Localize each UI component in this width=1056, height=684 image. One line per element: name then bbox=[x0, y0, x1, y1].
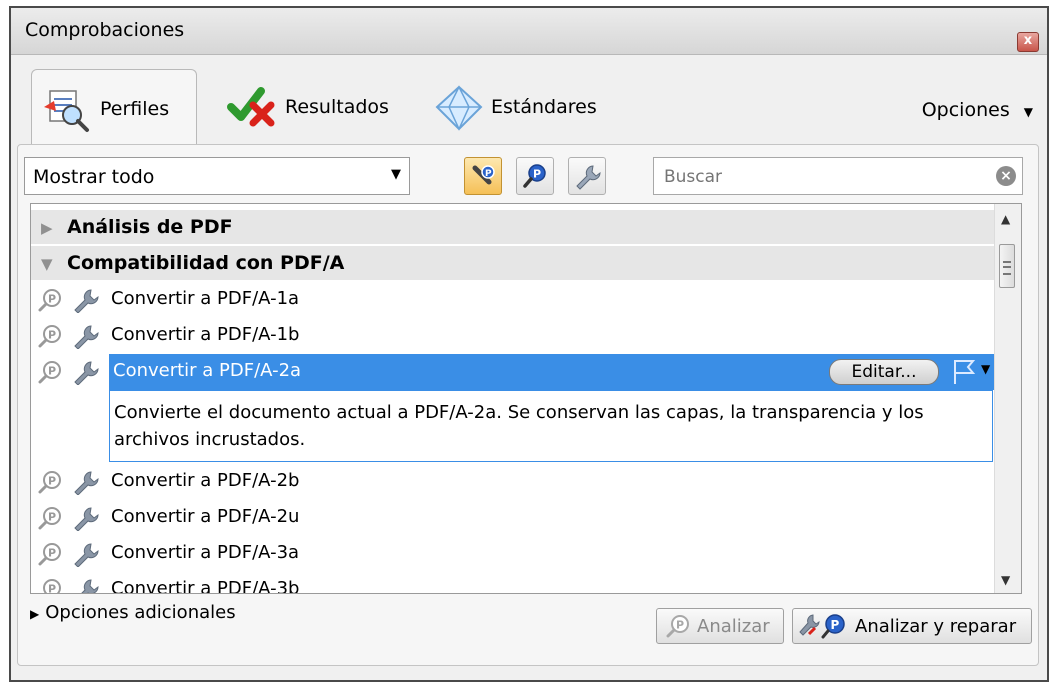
item-label: Convertir a PDF/A-1a bbox=[111, 288, 300, 309]
standards-icon bbox=[435, 85, 483, 131]
analyze-profile-icon: P bbox=[38, 507, 61, 530]
selected-list-item[interactable]: Convertir a PDF/A-2a Editar... ▼ bbox=[109, 354, 995, 390]
show-all-types-icon: P bbox=[472, 165, 495, 185]
profiles-icon bbox=[44, 90, 89, 132]
fixup-icon bbox=[74, 471, 99, 495]
analyze-icon: P bbox=[666, 615, 689, 638]
item-label: Convertir a PDF/A-3a bbox=[111, 542, 300, 563]
vertical-scrollbar[interactable]: ▲ ▼ bbox=[994, 204, 1021, 593]
results-icon bbox=[227, 87, 275, 127]
item-description: Convierte el documento actual a PDF/A-2a… bbox=[109, 390, 993, 462]
close-icon[interactable]: x bbox=[1017, 32, 1039, 52]
list-item[interactable]: P Convertir a PDF/A-2u bbox=[31, 502, 995, 534]
svg-text:P: P bbox=[533, 168, 541, 181]
tab-label: Estándares bbox=[491, 96, 597, 118]
svg-text:P: P bbox=[48, 511, 56, 524]
chevron-down-icon: ▼ bbox=[1023, 105, 1033, 119]
collapse-arrow-icon[interactable]: ▼ bbox=[41, 255, 53, 273]
svg-text:P: P bbox=[48, 547, 56, 560]
chevron-down-icon[interactable]: ▼ bbox=[981, 362, 990, 376]
analyze-profile-icon: P bbox=[38, 543, 61, 566]
analyze-profile-icon: P bbox=[38, 289, 61, 312]
analyze-fix-label: Analizar y reparar bbox=[855, 615, 1017, 637]
group-label: Análisis de PDF bbox=[67, 216, 233, 238]
fixup-icon bbox=[74, 507, 99, 531]
svg-text:P: P bbox=[676, 619, 684, 632]
title-bar: Comprobaciones x bbox=[11, 8, 1047, 55]
clear-search-icon[interactable]: × bbox=[996, 166, 1016, 186]
expand-arrow-icon: ▶ bbox=[30, 607, 40, 621]
options-menu[interactable]: Opciones ▼ bbox=[922, 99, 1033, 121]
analyze-label: Analizar bbox=[697, 615, 770, 637]
filter-select[interactable]: Mostrar todo ▼ bbox=[24, 157, 410, 195]
analyze-profile-icon: P bbox=[43, 579, 61, 595]
svg-text:P: P bbox=[48, 329, 56, 342]
svg-text:P: P bbox=[48, 583, 56, 595]
svg-text:P: P bbox=[485, 169, 492, 179]
additional-options-label: Opciones adicionales bbox=[45, 602, 236, 623]
group-compatibilidad-pdfa[interactable]: ▼ Compatibilidad con PDF/A bbox=[31, 246, 995, 280]
scroll-thumb[interactable] bbox=[999, 244, 1015, 288]
analyze-profile-icon: P bbox=[38, 325, 61, 348]
item-label: Convertir a PDF/A-3b bbox=[111, 578, 300, 594]
fixup-icon bbox=[74, 325, 99, 349]
tab-label: Perfiles bbox=[100, 98, 170, 120]
tab-strip: Perfiles Resultados Estándares Opciones … bbox=[11, 55, 1047, 148]
panel-title: Comprobaciones bbox=[25, 19, 185, 41]
svg-text:P: P bbox=[48, 475, 56, 488]
search-input[interactable] bbox=[662, 164, 986, 190]
tab-perfiles[interactable]: Perfiles bbox=[31, 69, 197, 148]
scroll-down-icon[interactable]: ▼ bbox=[1001, 573, 1010, 587]
edit-button[interactable]: Editar... bbox=[829, 359, 939, 385]
list-item[interactable]: P Convertir a PDF/A-3b bbox=[31, 574, 995, 595]
tab-estandares[interactable]: Estándares bbox=[431, 69, 621, 145]
chevron-down-icon: ▼ bbox=[391, 167, 401, 182]
item-label: Convertir a PDF/A-2b bbox=[111, 470, 300, 491]
fixup-filter-button[interactable] bbox=[568, 157, 606, 195]
grip-icon bbox=[1003, 261, 1011, 275]
show-all-types-button[interactable]: P bbox=[464, 157, 502, 195]
group-label: Compatibilidad con PDF/A bbox=[67, 252, 345, 274]
item-label: Convertir a PDF/A-2u bbox=[111, 506, 300, 527]
analyze-profile-icon: P bbox=[38, 361, 61, 384]
tab-resultados[interactable]: Resultados bbox=[227, 69, 407, 145]
analyze-filter-button[interactable]: P bbox=[516, 157, 554, 195]
item-label: Convertir a PDF/A-1b bbox=[111, 324, 300, 345]
svg-text:P: P bbox=[48, 293, 56, 306]
fixup-icon bbox=[74, 543, 99, 567]
profiles-list: ▶ Análisis de PDF ▼ Compatibilidad con P… bbox=[30, 203, 1022, 594]
item-label: Convertir a PDF/A-2a bbox=[113, 360, 302, 381]
additional-options-toggle[interactable]: ▶ Opciones adicionales bbox=[30, 602, 236, 623]
list-item[interactable]: P Convertir a PDF/A-3a bbox=[31, 538, 995, 570]
group-analisis-pdf[interactable]: ▶ Análisis de PDF bbox=[31, 210, 995, 244]
list-item[interactable]: P Convertir a PDF/A-2b bbox=[31, 466, 995, 498]
analyze-fix-button[interactable]: P Analizar y reparar bbox=[792, 608, 1032, 644]
filter-value: Mostrar todo bbox=[33, 166, 155, 188]
analyze-profile-icon: P bbox=[523, 164, 546, 188]
analyze-button[interactable]: P Analizar bbox=[656, 608, 784, 644]
fixup-icon bbox=[81, 579, 99, 593]
scroll-up-icon[interactable]: ▲ bbox=[1001, 212, 1010, 226]
tab-label: Resultados bbox=[285, 96, 389, 118]
svg-text:P: P bbox=[48, 365, 56, 378]
list-item[interactable]: P Convertir a PDF/A-1a bbox=[31, 284, 995, 316]
expand-arrow-icon[interactable]: ▶ bbox=[41, 219, 53, 237]
flag-icon[interactable] bbox=[951, 358, 977, 386]
fixup-icon bbox=[576, 165, 601, 190]
fixup-icon bbox=[74, 361, 99, 385]
analyze-fix-icon: P bbox=[799, 614, 845, 639]
search-box[interactable]: × bbox=[653, 157, 1023, 195]
fixup-icon bbox=[74, 289, 99, 313]
options-label: Opciones bbox=[921, 99, 1010, 121]
svg-text:P: P bbox=[831, 618, 840, 632]
analyze-profile-icon: P bbox=[38, 471, 61, 494]
list-item[interactable]: P Convertir a PDF/A-1b bbox=[31, 320, 995, 352]
